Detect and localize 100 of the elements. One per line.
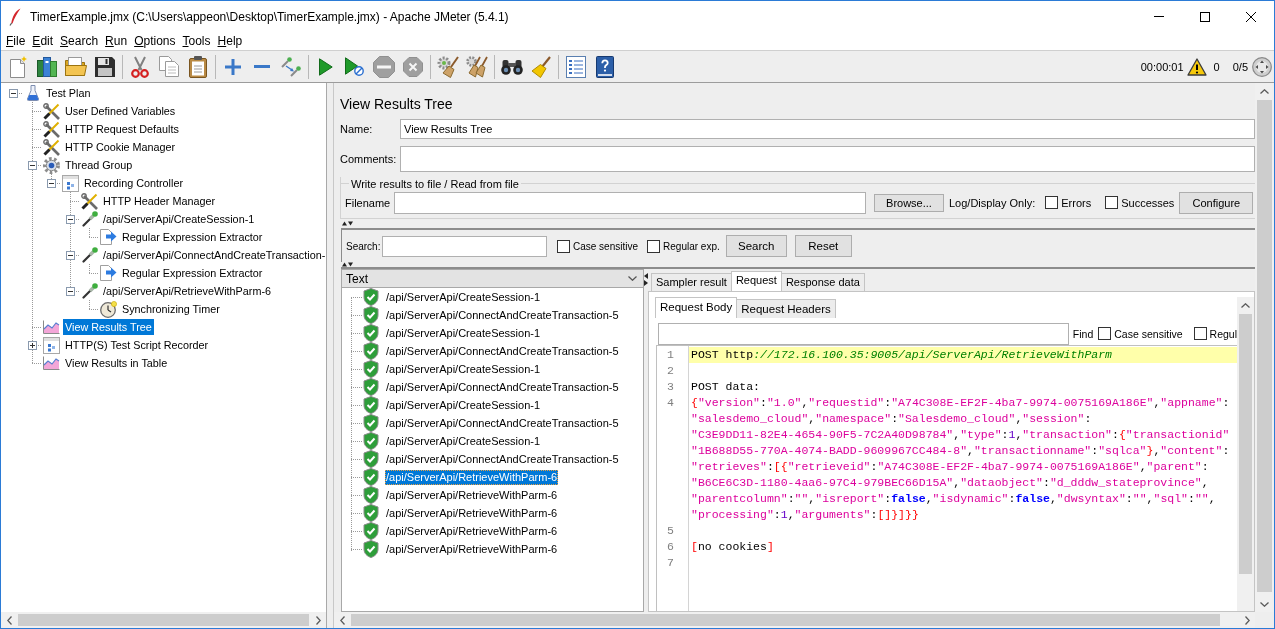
books-icon[interactable]	[36, 56, 57, 77]
tree-item[interactable]: Thread Group	[63, 157, 135, 173]
splitter-arrows-icon[interactable]	[342, 221, 353, 226]
scroll-up-icon[interactable]	[1260, 88, 1269, 94]
checkbox[interactable]	[1045, 196, 1059, 209]
renderer-dropdown[interactable]: Text	[341, 269, 644, 288]
collapse-icon[interactable]	[47, 178, 56, 188]
scroll-right-icon[interactable]	[315, 615, 321, 625]
minus-icon[interactable]	[253, 65, 270, 68]
scroll-up-icon[interactable]	[1241, 302, 1250, 308]
vertical-scrollbar[interactable]	[1237, 297, 1254, 611]
circle-arrows-icon[interactable]	[1252, 56, 1272, 77]
collapse-icon[interactable]	[28, 160, 37, 170]
tree-item[interactable]: User Defined Variables	[63, 103, 178, 119]
checkbox[interactable]	[1098, 327, 1112, 340]
help-icon[interactable]	[595, 55, 614, 78]
broom-icon[interactable]	[530, 55, 551, 78]
comments-field[interactable]	[400, 146, 1255, 172]
binoculars-icon[interactable]	[500, 58, 523, 75]
result-item[interactable]: /api/ServerApi/ConnectAndCreateTransaction-5	[385, 451, 620, 467]
result-item[interactable]: /api/ServerApi/ConnectAndCreateTransaction-5	[385, 415, 620, 431]
brooms-icon[interactable]	[465, 55, 488, 78]
tree-item[interactable]: Test Plan	[44, 85, 93, 101]
maximize-icon[interactable]	[1200, 11, 1210, 22]
horizontal-scrollbar[interactable]	[1, 612, 326, 628]
splitter-arrows-icon[interactable]	[644, 273, 648, 286]
tab[interactable]: Response data	[780, 273, 865, 291]
result-item[interactable]: /api/ServerApi/ConnectAndCreateTransaction-5	[385, 343, 620, 359]
broom-gear-icon[interactable]	[436, 55, 459, 78]
scrollbar-thumb[interactable]	[18, 614, 309, 626]
tree-item[interactable]: HTTP Header Manager	[101, 193, 218, 209]
menu-item[interactable]: File	[3, 33, 30, 49]
splitter-arrows-icon[interactable]	[342, 262, 353, 267]
result-item[interactable]: /api/ServerApi/ConnectAndCreateTransaction-5	[385, 379, 620, 395]
menu-item[interactable]: Options	[131, 33, 180, 49]
scrollbar-thumb[interactable]	[1239, 314, 1252, 574]
tree-item[interactable]: Regular Expression Extractor	[120, 229, 265, 245]
scissors-icon[interactable]	[130, 55, 149, 78]
menu-item[interactable]: Help	[214, 33, 247, 49]
result-item[interactable]: /api/ServerApi/CreateSession-1	[385, 433, 542, 449]
result-item[interactable]: /api/ServerApi/RetrieveWithParm-6	[385, 487, 559, 503]
play-icon[interactable]	[318, 57, 333, 76]
tree-item[interactable]: HTTP(S) Test Script Recorder	[63, 337, 211, 353]
collapse-icon[interactable]	[66, 214, 75, 224]
scroll-right-icon[interactable]	[1244, 615, 1250, 625]
collapse-icon[interactable]	[66, 286, 75, 296]
scroll-down-icon[interactable]	[1260, 601, 1269, 607]
scrollbar-thumb[interactable]	[351, 614, 1220, 626]
checkbox[interactable]	[557, 239, 570, 253]
menu-item[interactable]: Search	[57, 33, 103, 49]
tree-item[interactable]: /api/ServerApi/ConnectAndCreateTransaction-	[101, 247, 326, 263]
browse-button[interactable]: Browse...	[874, 193, 944, 212]
folder-icon[interactable]	[64, 57, 87, 76]
tree-item[interactable]: Regular Expression Extractor	[120, 265, 265, 281]
list-icon[interactable]	[565, 55, 586, 78]
scroll-left-icon[interactable]	[6, 615, 12, 625]
search-field[interactable]	[382, 235, 547, 257]
clipboard-icon[interactable]	[188, 55, 207, 78]
checkbox[interactable]	[1105, 196, 1119, 209]
result-item[interactable]: /api/ServerApi/RetrieveWithParm-6	[385, 469, 559, 485]
reset-button[interactable]: Reset	[794, 235, 852, 257]
tree-item[interactable]: HTTP Request Defaults	[63, 121, 181, 137]
new-document-icon[interactable]	[8, 55, 27, 78]
checkbox[interactable]	[1193, 327, 1207, 340]
result-item[interactable]: /api/ServerApi/RetrieveWithParm-6	[385, 505, 559, 521]
tree-item[interactable]: /api/ServerApi/RetrieveWithParm-6	[101, 283, 273, 299]
tab[interactable]: Request Body	[655, 297, 738, 318]
menu-item[interactable]: Tools	[179, 33, 215, 49]
expand-icon[interactable]	[28, 340, 37, 350]
tab[interactable]: Sampler result	[651, 273, 732, 291]
scroll-left-icon[interactable]	[339, 615, 345, 625]
tree-item[interactable]: Synchronizing Timer	[120, 301, 222, 317]
plus-icon[interactable]	[224, 58, 241, 75]
tree-item[interactable]: View Results in Table	[63, 355, 170, 371]
result-item[interactable]: /api/ServerApi/CreateSession-1	[385, 325, 542, 341]
tree-item[interactable]: /api/ServerApi/CreateSession-1	[101, 211, 257, 227]
result-item[interactable]: /api/ServerApi/CreateSession-1	[385, 361, 542, 377]
result-item[interactable]: /api/ServerApi/ConnectAndCreateTransaction-5	[385, 307, 620, 323]
close-icon[interactable]	[1246, 11, 1256, 22]
result-item[interactable]: /api/ServerApi/CreateSession-1	[385, 289, 542, 305]
tree-item[interactable]: View Results Tree	[63, 319, 154, 335]
result-item[interactable]: /api/ServerApi/CreateSession-1	[385, 397, 542, 413]
collapse-icon[interactable]	[66, 250, 75, 260]
collapse-icon[interactable]	[9, 88, 18, 98]
configure-button[interactable]: Configure	[1179, 191, 1254, 214]
tab[interactable]: Request	[730, 271, 782, 291]
menu-item[interactable]: Run	[102, 33, 132, 49]
scrollbar-thumb[interactable]	[1257, 100, 1272, 592]
tab[interactable]: Request Headers	[736, 299, 836, 318]
copy-icon[interactable]	[158, 56, 179, 77]
filename-field[interactable]	[394, 191, 866, 214]
checkbox[interactable]	[647, 239, 661, 253]
pipettes-icon[interactable]	[280, 56, 301, 77]
tree-item[interactable]: HTTP Cookie Manager	[63, 139, 178, 155]
name-field[interactable]: View Results Tree	[400, 119, 1255, 139]
menu-item[interactable]: Edit	[29, 33, 58, 49]
result-item[interactable]: /api/ServerApi/RetrieveWithParm-6	[385, 523, 559, 539]
save-icon[interactable]	[94, 56, 115, 77]
search-button[interactable]: Search	[725, 235, 787, 257]
result-item[interactable]: /api/ServerApi/RetrieveWithParm-6	[385, 541, 559, 557]
